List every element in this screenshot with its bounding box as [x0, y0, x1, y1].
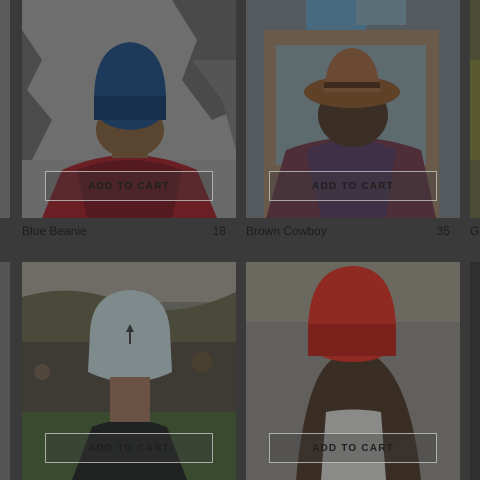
add-to-cart-button[interactable]: ADD TO CART [45, 433, 213, 463]
product-name[interactable]: Gr [470, 224, 480, 238]
product-card-partial[interactable] [470, 262, 480, 480]
product-image[interactable] [470, 0, 480, 218]
product-image[interactable] [470, 262, 480, 480]
add-to-cart-button[interactable]: ADD TO CART [269, 171, 437, 201]
product-card-partial-left [0, 0, 10, 218]
product-image [0, 262, 10, 480]
add-to-cart-button[interactable]: ADD TO CART [45, 171, 213, 201]
product-name[interactable]: Blue Beanie [22, 224, 87, 238]
product-caption: Gr [470, 222, 480, 240]
product-price: 18 [212, 224, 226, 238]
product-caption: Blue Beanie 18 [22, 222, 236, 240]
product-card-blue-beanie[interactable]: ADD TO CART Blue Beanie 18 [22, 0, 236, 240]
product-price: 35 [436, 224, 450, 238]
product-image [0, 0, 10, 218]
product-card-partial[interactable]: Gr [470, 0, 480, 240]
product-name[interactable]: Brown Cowboy [246, 224, 327, 238]
product-caption: Brown Cowboy 35 [246, 222, 460, 240]
product-card-grey-cap[interactable]: ADD TO CART [22, 262, 236, 480]
product-card-red-beanie[interactable]: ADD TO CART [246, 262, 460, 480]
product-grid: ADD TO CART Blue Beanie 18 ADD TO CART B… [0, 0, 480, 480]
add-to-cart-button[interactable]: ADD TO CART [269, 433, 437, 463]
product-card-partial-left [0, 262, 10, 480]
product-card-brown-cowboy[interactable]: ADD TO CART Brown Cowboy 35 [246, 0, 460, 240]
